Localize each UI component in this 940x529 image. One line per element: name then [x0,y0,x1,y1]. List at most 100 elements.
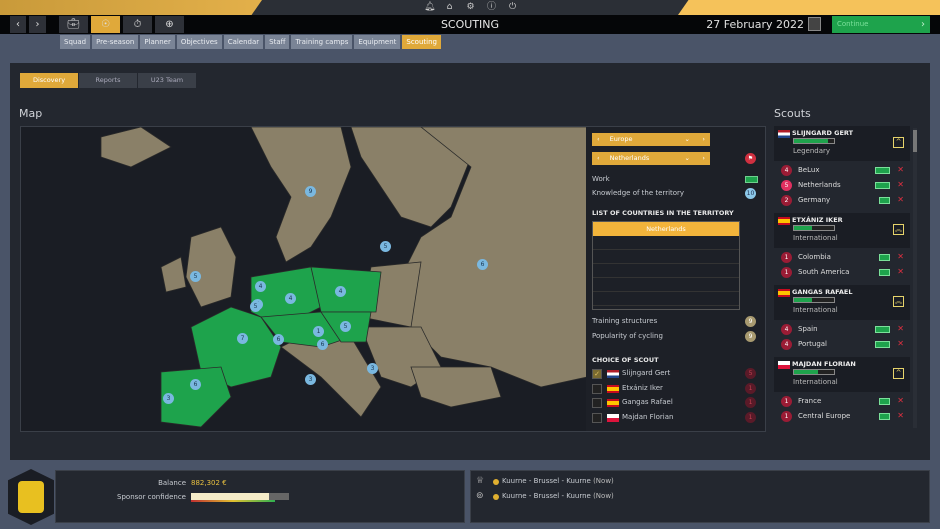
map-marker[interactable]: 6 [477,259,488,270]
remove-icon[interactable]: ✕ [897,267,904,276]
country-row[interactable]: Netherlands [593,222,739,236]
remove-icon[interactable]: ✕ [897,324,904,333]
continue-button[interactable]: Continue › [832,16,930,33]
region-select[interactable]: ‹ Europe ⌄ › [592,133,710,146]
power-icon[interactable]: ⏻ [507,2,518,13]
territory-name: France [798,397,822,405]
checkbox[interactable] [592,398,602,408]
map-marker[interactable]: 3 [163,393,174,404]
scout-territory: 1 Central Europe ✕ [774,409,910,424]
remove-icon[interactable]: ✕ [897,396,904,405]
scout-territory: 1 Colombia ✕ [774,250,910,265]
choice-badge: 1 [745,411,756,423]
chevron-up-icon[interactable]: ^ [893,368,904,379]
checkbox[interactable] [592,383,602,394]
scroll-thumb[interactable] [913,130,917,152]
gear-icon[interactable]: ⚙ [465,2,476,13]
scout-choices: ✓ Slijngard Gert 5 Etxániz Iker 1 Gangas Rafa… [592,368,762,426]
tabs: Discovery Reports U23 Team [20,73,196,88]
work-bar [875,182,890,189]
medal-icon [493,479,499,485]
map-marker[interactable]: 3 [367,363,378,374]
country-select[interactable]: ‹ Netherlands ⌄ › [592,152,710,165]
scouts-list: SLIJNGARD GERT Legendary ^ 4 BeLux ✕ 5 Netherla… [774,126,910,432]
globe-icon[interactable]: ⊕ [155,16,184,33]
scout-territory: 2 Germany ✕ [774,193,910,208]
remove-icon[interactable]: ✕ [897,195,904,204]
scout-territory: 4 BeLux ✕ [774,163,910,178]
scout-rank: Legendary [793,147,831,155]
map-marker[interactable]: 1 [313,326,324,337]
scout-level-bar [793,369,835,375]
map-marker[interactable]: 5 [380,241,391,252]
scout-card[interactable]: MAJDAN FLORIAN International ^ [774,357,910,392]
remove-icon[interactable]: ✕ [897,180,904,189]
tab-reports[interactable]: Reports [79,73,137,88]
subtab-scouting[interactable]: Scouting [402,35,441,49]
sponsor-scale [191,500,275,502]
tab-u23-team[interactable]: U23 Team [138,73,196,88]
remove-icon[interactable]: ✕ [897,339,904,348]
race-item[interactable]: ♕ Kuurne - Brussel - Kuurne (Now) [476,476,776,491]
subtab-squad[interactable]: Squad [60,35,91,49]
chevron-up-icon[interactable]: ^ [893,137,904,148]
territory-name: Germany [798,196,831,204]
map-marker[interactable]: 5 [340,321,351,332]
map-marker[interactable]: 9 [305,186,316,197]
subtab-objectives[interactable]: Objectives [176,35,222,49]
scout-card[interactable]: ETXÁNIZ IKER International ︽ [774,213,910,248]
remove-icon[interactable]: ✕ [897,252,904,261]
territory-name: BeLux [798,166,820,174]
scrollbar[interactable] [913,128,917,428]
map-marker[interactable]: 6 [273,334,284,345]
map-marker[interactable]: 4 [255,281,266,292]
map-marker[interactable]: 6 [317,339,328,350]
sponsor-bar [191,493,289,500]
forward-button[interactable]: › [29,16,46,33]
tab-discovery[interactable]: Discovery [20,73,78,88]
current-date: 27 February 2022 [706,18,804,31]
map-marker[interactable]: 5 [190,271,201,282]
subtab-staff[interactable]: Staff [265,35,290,49]
race-item[interactable]: ⊚ Kuurne - Brussel - Kuurne (Now) [476,491,776,506]
chevron-up-icon[interactable]: ︽ [893,296,904,307]
calendar-icon[interactable] [808,17,821,31]
flag-icon [778,289,790,297]
decor-left [0,0,262,15]
subtab-training-camps[interactable]: Training camps [291,35,353,49]
home-icon[interactable]: ⌂ [444,2,455,13]
stopwatch-icon[interactable]: ⏱︎ [123,16,152,33]
scout-choice[interactable]: ✓ Slijngard Gert 5 [592,368,762,383]
briefcase-icon[interactable]: 💼︎ [59,16,88,33]
subtab-planner[interactable]: Planner [140,35,175,49]
countries-list: Netherlands [592,221,740,310]
chevron-right-icon: › [921,19,925,30]
scout-choice[interactable]: Etxániz Iker 1 [592,382,762,398]
map-marker[interactable]: 4 [335,286,346,297]
back-button[interactable]: ‹ [10,16,26,33]
map-marker[interactable]: 4 [285,293,296,304]
bell-icon[interactable]: 🔔︎ [424,2,435,13]
chevron-up-icon[interactable]: ︽ [893,224,904,235]
subtab-pre-season[interactable]: Pre-season [92,35,139,49]
territory-name: Portugal [798,340,827,348]
map-marker[interactable]: 3 [305,374,316,385]
map-marker[interactable]: 5 [250,301,261,312]
info-icon[interactable]: ⓘ [486,2,497,13]
race-name: Kuurne - Brussel - Kuurne (Now) [502,477,614,485]
subtab-equipment[interactable]: Equipment [354,35,401,49]
page-title: SCOUTING [440,18,500,31]
trophy-icon: ♕ [476,476,485,486]
scout-choice[interactable]: Majdan Florian 1 [592,411,762,427]
remove-icon[interactable]: ✕ [897,165,904,174]
checkbox[interactable] [592,412,602,423]
map-marker[interactable]: 7 [237,333,248,344]
scout-choice[interactable]: Gangas Rafael 1 [592,397,762,412]
scout-card[interactable]: GANGAS RAFAEL International ︽ [774,285,910,320]
checkbox[interactable]: ✓ [592,369,602,379]
scout-card[interactable]: SLIJNGARD GERT Legendary ^ [774,126,910,161]
team-icon[interactable]: ☉ [91,16,120,33]
remove-icon[interactable]: ✕ [897,411,904,420]
map-marker[interactable]: 6 [190,379,201,390]
subtab-calendar[interactable]: Calendar [223,35,264,49]
